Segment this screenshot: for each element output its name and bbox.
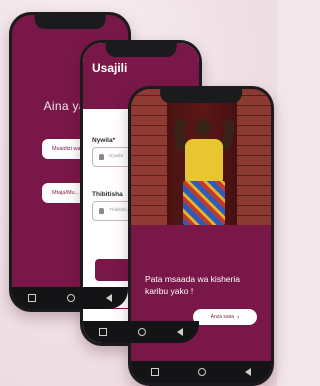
- confirm-password-label: Thibitisha: [92, 191, 123, 198]
- password-placeholder: Nywila: [109, 154, 124, 159]
- android-nav-bar: [83, 321, 199, 343]
- android-nav-bar: [131, 361, 271, 383]
- get-started-label: Anza sasa: [210, 314, 234, 320]
- home-icon[interactable]: [137, 328, 146, 336]
- recent-apps-icon[interactable]: [27, 294, 36, 302]
- woman-head: [195, 119, 211, 137]
- recent-apps-icon[interactable]: [150, 368, 159, 376]
- hero-photo: [131, 89, 271, 225]
- brick-wall-right: [237, 89, 271, 225]
- chevron-right-icon: ›: [237, 313, 240, 321]
- android-nav-bar: [12, 287, 128, 309]
- recent-apps-icon[interactable]: [98, 328, 107, 336]
- welcome-tagline: Pata msaada wa kisheria karibu yako !: [145, 274, 240, 296]
- registration-title: Usajili: [92, 61, 128, 75]
- fist-left: [175, 119, 186, 129]
- get-started-button[interactable]: Anza sasa ›: [193, 309, 257, 325]
- home-icon[interactable]: [66, 294, 75, 302]
- phone-notch: [34, 15, 106, 29]
- back-icon[interactable]: [106, 294, 113, 302]
- lock-icon: [99, 208, 104, 214]
- phone-notch: [105, 43, 177, 57]
- lock-icon: [99, 154, 104, 160]
- back-icon[interactable]: [245, 368, 252, 376]
- back-icon[interactable]: [177, 328, 184, 336]
- home-icon[interactable]: [197, 368, 206, 376]
- phone-notch: [160, 89, 242, 103]
- fist-right: [223, 119, 234, 129]
- password-label: Nywila*: [92, 137, 116, 144]
- brick-wall-left: [131, 89, 167, 225]
- yellow-shirt: [185, 139, 223, 183]
- patterned-skirt: [183, 181, 225, 225]
